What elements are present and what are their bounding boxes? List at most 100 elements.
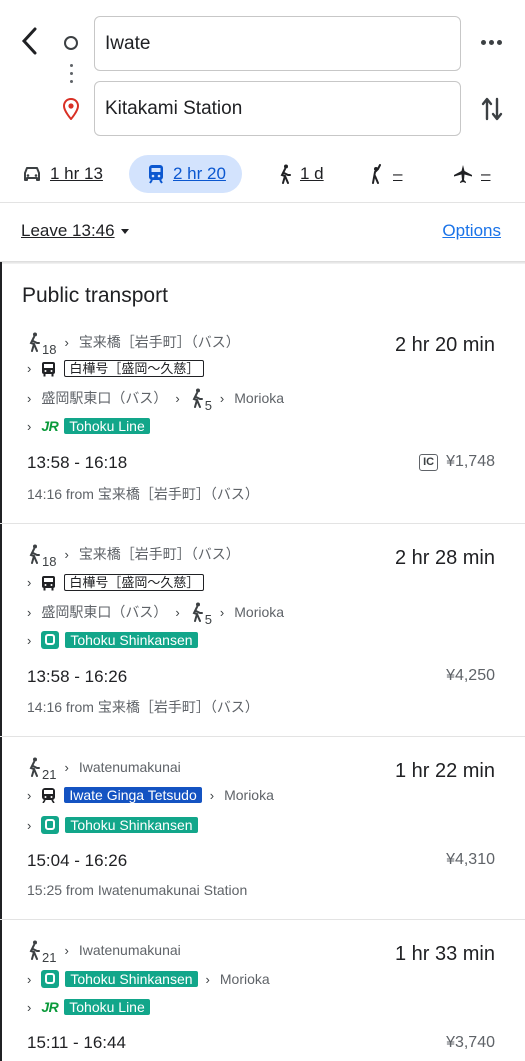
route-times: 13:58 - 16:18 [27, 453, 128, 472]
tab-ride-hailing[interactable]: – [369, 155, 402, 193]
route-card[interactable]: 18 › 宝来橋［岩手町］（バス） 2 hr 28 min › 白樺号［盛岡〜久… [0, 523, 525, 736]
route-times: 13:58 - 16:26 [27, 667, 128, 686]
fare-amount: ¥1,748 [446, 453, 495, 470]
stop-name: 宝来橋［岩手町］（バス） [78, 334, 240, 350]
chevron-right-icon: › [27, 971, 32, 987]
route-dot [70, 72, 73, 75]
route-step-row: › JR Tohoku Line [27, 999, 150, 1015]
tab-driving[interactable]: 1 hr 13 [22, 155, 103, 193]
walk-icon: 18 [27, 544, 56, 569]
chevron-right-icon: › [27, 361, 32, 376]
tab-label: – [393, 164, 403, 183]
route-step-row: › 盛岡駅東口（バス） › 5 › Morioka [27, 602, 285, 627]
route-step-row: › Tohoku Shinkansen [27, 631, 198, 649]
plane-icon [454, 165, 472, 183]
origin-input[interactable]: Iwate [94, 16, 461, 71]
back-arrow-icon[interactable] [18, 26, 42, 56]
options-link[interactable]: Options [442, 221, 501, 241]
chevron-right-icon: › [27, 787, 32, 803]
chevron-right-icon: › [27, 575, 32, 590]
bus-route-name: 白樺号［盛岡〜久慈］ [64, 574, 205, 591]
route-card[interactable]: 18 › 宝来橋［岩手町］（バス） 2 hr 20 min › 白樺号［盛岡〜久… [0, 322, 525, 524]
line-badge: Tohoku Shinkansen [65, 971, 198, 987]
fare-amount: ¥4,250 [446, 667, 495, 684]
walk-icon: 21 [27, 757, 56, 782]
tab-label: 1 d [300, 164, 324, 183]
route-duration: 1 hr 22 min [394, 760, 495, 782]
chevron-right-icon: › [64, 942, 69, 958]
chevron-right-icon: › [175, 604, 180, 620]
route-step-row: › 盛岡駅東口（バス） › 5 › Morioka [27, 388, 285, 413]
stop-name: Morioka [234, 390, 285, 406]
route-step-row: › JR Tohoku Line [27, 418, 150, 434]
more-options-icon[interactable] [480, 34, 504, 50]
destination-input[interactable]: Kitakami Station [94, 81, 461, 136]
line-badge: Tohoku Line [64, 999, 150, 1015]
walk-icon: 5 [190, 388, 212, 413]
route-fare: ¥3,740 [446, 1034, 495, 1052]
stop-name: 宝来橋［岩手町］（バス） [78, 546, 240, 562]
chevron-right-icon: › [27, 604, 32, 620]
route-step-row: 21 › Iwatenumakunai [27, 940, 181, 965]
chevron-right-icon: › [64, 334, 69, 350]
tab-transit[interactable]: 2 hr 20 [129, 155, 242, 193]
chevron-right-icon: › [219, 604, 225, 620]
route-fare: IC ¥1,748 [419, 453, 495, 471]
walk-minutes: 18 [42, 554, 57, 569]
tab-label: – [481, 164, 491, 183]
chevron-right-icon: › [27, 999, 32, 1015]
chevron-right-icon: › [175, 390, 180, 406]
route-step-row: › 白樺号［盛岡〜久慈］ [27, 360, 205, 377]
walk-icon: 18 [27, 332, 56, 357]
route-card[interactable]: 21 › Iwatenumakunai 1 hr 33 min › Tohoku… [0, 919, 525, 1061]
route-dot [70, 64, 73, 67]
tab-label: 1 hr 13 [50, 164, 103, 183]
stop-name: Morioka [219, 971, 270, 987]
jr-logo-icon: JR [41, 999, 59, 1015]
route-dot [70, 80, 73, 83]
chevron-right-icon: › [27, 817, 32, 833]
chevron-right-icon: › [64, 546, 69, 562]
swap-directions-icon[interactable] [480, 94, 504, 124]
fare-amount: ¥3,740 [446, 1034, 495, 1051]
route-indicator [62, 34, 82, 124]
divider [0, 202, 525, 203]
walk-icon [280, 164, 291, 184]
route-card[interactable]: 21 › Iwatenumakunai 1 hr 22 min › Iwate … [0, 736, 525, 919]
caret-down-icon [120, 229, 129, 235]
route-step-row: › 白樺号［盛岡〜久慈］ [27, 574, 205, 591]
line-badge: Iwate Ginga Tetsudo [64, 787, 202, 803]
stop-name: Morioka [224, 787, 274, 803]
line-badge: Tohoku Shinkansen [65, 817, 198, 833]
travel-mode-tabs: 1 hr 13 2 hr 20 1 d – – [0, 150, 525, 202]
departure-note: 14:16 from 宝来橋［岩手町］（バス） [27, 486, 259, 502]
route-step-row: › Iwate Ginga Tetsudo › Morioka [27, 787, 274, 803]
route-times: 15:11 - 16:44 [27, 1033, 126, 1052]
route-times: 15:04 - 16:26 [27, 851, 128, 870]
train-icon [149, 165, 163, 184]
route-fare: ¥4,250 [446, 667, 495, 685]
tab-flight[interactable]: – [453, 155, 490, 193]
route-duration: 1 hr 33 min [394, 943, 495, 965]
walk-icon: 5 [190, 602, 212, 627]
route-fare: ¥4,310 [446, 851, 495, 869]
walk-icon: 21 [27, 940, 56, 965]
leave-time-dropdown[interactable]: Leave 13:46 [21, 221, 129, 241]
line-badge: Tohoku Shinkansen [65, 632, 198, 648]
stop-name: Iwatenumakunai [78, 759, 181, 775]
tab-walking[interactable]: 1 d [278, 155, 324, 193]
shinkansen-icon [41, 631, 60, 649]
route-step-row: › Tohoku Shinkansen [27, 816, 198, 834]
route-step-row: 18 › 宝来橋［岩手町］（バス） [27, 544, 240, 569]
walk-minutes: 5 [204, 398, 212, 413]
route-duration: 2 hr 28 min [394, 547, 495, 569]
departure-note: 15:25 from Iwatenumakunai Station [27, 882, 248, 898]
stop-name: Morioka [234, 604, 285, 620]
walk-minutes: 21 [42, 950, 57, 965]
chevron-right-icon: › [27, 390, 32, 406]
fare-amount: ¥4,310 [446, 851, 495, 868]
shinkansen-icon [41, 816, 60, 834]
route-duration: 2 hr 20 min [394, 334, 495, 356]
departure-note: 14:16 from 宝来橋［岩手町］（バス） [27, 699, 259, 715]
car-icon [24, 167, 40, 181]
